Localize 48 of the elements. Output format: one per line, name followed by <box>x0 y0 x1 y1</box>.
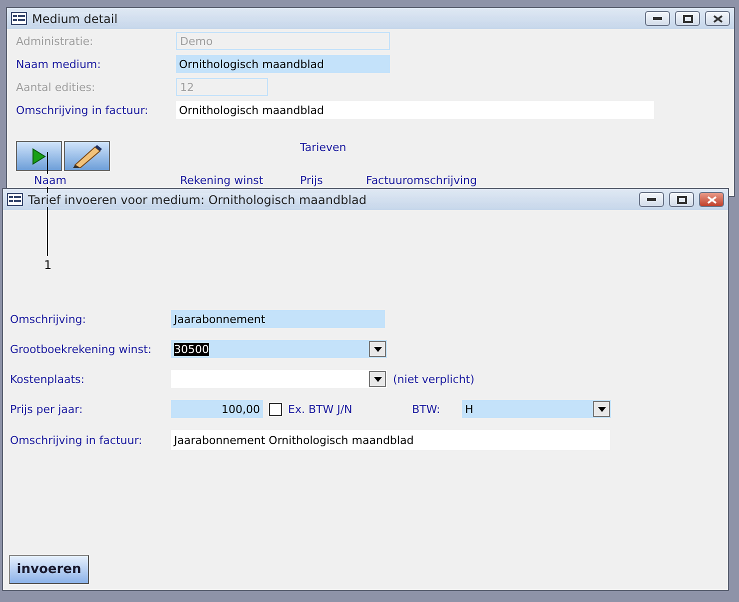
form-icon <box>7 193 23 206</box>
column-header: Naam <box>34 174 66 187</box>
play-icon <box>32 148 46 164</box>
field-label: Naam medium: <box>16 58 102 70</box>
close-icon <box>712 14 722 22</box>
text-field[interactable]: Jaarabonnement <box>171 310 385 328</box>
minimize-icon <box>653 17 662 20</box>
minimize-button[interactable] <box>645 11 670 26</box>
field-label: Grootboekrekening winst: <box>10 342 152 356</box>
checkbox-label: Ex. BTW J/N <box>288 402 354 416</box>
text-field[interactable]: Jaarabonnement Ornithologisch maandblad <box>171 430 610 450</box>
field-label: Omschrijving: <box>10 312 87 326</box>
close-button[interactable] <box>705 11 730 26</box>
field-label: Omschrijving in factuur: <box>10 434 144 446</box>
pencil-icon <box>71 144 103 168</box>
field-label: Aantal edities: <box>16 80 96 94</box>
window-title: Medium detail <box>32 12 118 26</box>
close-icon <box>706 196 716 204</box>
close-button[interactable] <box>699 192 724 207</box>
field-label: Prijs per jaar: <box>10 402 84 416</box>
column-header: Prijs <box>300 174 323 187</box>
checkbox[interactable] <box>269 402 282 416</box>
minimize-button[interactable] <box>639 192 664 207</box>
text-field[interactable]: Ornithologisch maandblad <box>176 55 390 73</box>
price-field[interactable]: 100,00 <box>171 400 263 418</box>
submit-button[interactable]: invoeren <box>9 555 89 584</box>
field-label: Administratie: <box>16 34 94 48</box>
edit-button[interactable] <box>64 141 110 171</box>
field-label: BTW: <box>412 402 442 416</box>
run-button[interactable] <box>16 141 62 171</box>
combo-box[interactable]: H <box>462 400 611 418</box>
field-label: Omschrijving in factuur: <box>16 104 150 116</box>
maximize-button[interactable] <box>669 192 694 207</box>
window-title: Tarief invoeren voor medium: Ornithologisch maandblad <box>28 192 367 206</box>
column-header: Factuuromschrijving <box>366 174 477 187</box>
maximize-button[interactable] <box>675 11 700 26</box>
callout-number: 1 <box>44 258 52 272</box>
maximize-icon <box>682 14 692 22</box>
list-title: Tarieven <box>300 141 346 154</box>
minimize-icon <box>647 198 656 201</box>
text-field[interactable]: Ornithologisch maandblad <box>176 101 654 119</box>
form-icon <box>11 12 27 25</box>
field-label: Kostenplaats: <box>10 372 86 386</box>
column-header: Rekening winst <box>180 174 264 187</box>
maximize-icon <box>676 196 686 204</box>
hint-text: (niet verplicht) <box>393 372 474 386</box>
combo-box[interactable] <box>171 370 387 388</box>
combo-box[interactable]: 30500 <box>171 340 387 358</box>
